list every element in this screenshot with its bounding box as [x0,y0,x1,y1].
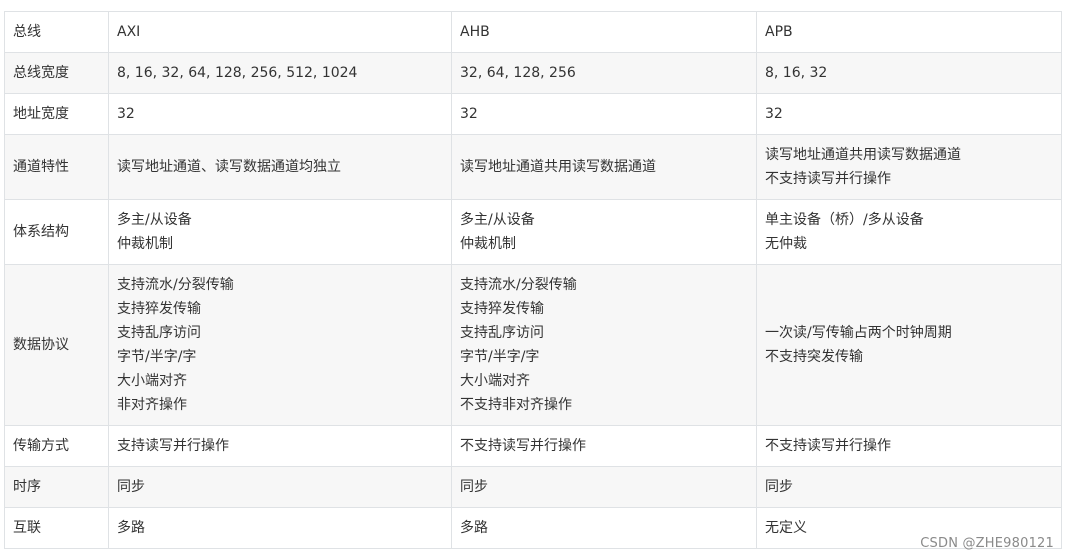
apb-cell: 同步 [756,466,1062,508]
bus-comparison-table: 总线 AXI AHB APB 总线宽度 8, 16, 32, 64, 128, … [4,11,1062,549]
axi-cell: 8, 16, 32, 64, 128, 256, 512, 1024 [108,52,452,94]
cell-line: 支持猝发传输 [460,301,544,317]
cell-line: 支持流水/分裂传输 [460,277,577,293]
apb-cell: 一次读/写传输占两个时钟周期 不支持突发传输 [756,264,1062,426]
ahb-cell: 不支持读写并行操作 [451,425,757,467]
table-row: 总线宽度 8, 16, 32, 64, 128, 256, 512, 1024 … [4,52,1062,94]
cell-line: 读写地址通道共用读写数据通道 [765,147,961,163]
row-label: 时序 [4,466,109,508]
table-row: 通道特性 读写地址通道、读写数据通道均独立 读写地址通道共用读写数据通道 读写地… [4,134,1062,200]
axi-cell: 支持流水/分裂传输 支持猝发传输 支持乱序访问 字节/半字/字 大小端对齐 非对… [108,264,452,426]
table-header-row: 总线 AXI AHB APB [4,11,1062,53]
apb-cell: 8, 16, 32 [756,52,1062,94]
row-label: 互联 [4,507,109,549]
cell-line: 同步 [460,479,488,495]
cell-line: 字节/半字/字 [460,349,540,365]
cell-line: 支持乱序访问 [460,325,544,341]
cell-line: 支持乱序访问 [117,325,201,341]
cell-line: 8, 16, 32 [765,65,828,81]
ahb-cell: 多路 [451,507,757,549]
cell-line: 支持流水/分裂传输 [117,277,234,293]
table-row: 体系结构 多主/从设备 仲裁机制 多主/从设备 仲裁机制 单主设备（桥）/多从设… [4,199,1062,265]
table-row: 传输方式 支持读写并行操作 不支持读写并行操作 不支持读写并行操作 [4,425,1062,467]
table-row: 互联 多路 多路 无定义 [4,507,1062,549]
cell-line: 仲裁机制 [460,236,516,252]
axi-cell: 多路 [108,507,452,549]
axi-cell: 多主/从设备 仲裁机制 [108,199,452,265]
row-label: 传输方式 [4,425,109,467]
cell-line: 多主/从设备 [117,212,192,228]
apb-cell: 32 [756,93,1062,135]
axi-cell: 支持读写并行操作 [108,425,452,467]
cell-line: 不支持非对齐操作 [460,397,572,413]
row-label: 体系结构 [4,199,109,265]
axi-cell: 32 [108,93,452,135]
header-cell-apb: APB [756,11,1062,53]
axi-cell: 读写地址通道、读写数据通道均独立 [108,134,452,200]
row-label: 地址宽度 [4,93,109,135]
cell-line: 多路 [117,520,145,536]
row-label: 总线宽度 [4,52,109,94]
cell-line: 多路 [460,520,488,536]
cell-line: 字节/半字/字 [117,349,197,365]
ahb-cell: 多主/从设备 仲裁机制 [451,199,757,265]
cell-line: 一次读/写传输占两个时钟周期 [765,325,952,341]
apb-cell: 不支持读写并行操作 [756,425,1062,467]
cell-line: 不支持突发传输 [765,349,863,365]
header-cell-axi: AXI [108,11,452,53]
cell-line: 32 [460,106,478,122]
cell-line: 8, 16, 32, 64, 128, 256, 512, 1024 [117,65,358,81]
cell-line: 大小端对齐 [460,373,530,389]
cell-line: 读写地址通道共用读写数据通道 [460,159,656,175]
cell-line: 32, 64, 128, 256 [460,65,576,81]
ahb-cell: 32 [451,93,757,135]
cell-line: 无仲裁 [765,236,807,252]
table-row: 地址宽度 32 32 32 [4,93,1062,135]
cell-line: 不支持读写并行操作 [765,438,891,454]
cell-line: 支持猝发传输 [117,301,201,317]
row-label: 数据协议 [4,264,109,426]
row-label: 通道特性 [4,134,109,200]
cell-line: 仲裁机制 [117,236,173,252]
cell-line: 单主设备（桥）/多从设备 [765,212,924,228]
cell-line: 非对齐操作 [117,397,187,413]
watermark: CSDN @ZHE980121 [920,536,1054,551]
cell-line: 同步 [117,479,145,495]
apb-cell: 单主设备（桥）/多从设备 无仲裁 [756,199,1062,265]
cell-line: 32 [117,106,135,122]
ahb-cell: 同步 [451,466,757,508]
cell-line: 不支持读写并行操作 [460,438,586,454]
axi-cell: 同步 [108,466,452,508]
ahb-cell: 读写地址通道共用读写数据通道 [451,134,757,200]
cell-line: 32 [765,106,783,122]
cell-line: 不支持读写并行操作 [765,171,891,187]
cell-line: 大小端对齐 [117,373,187,389]
cell-line: 同步 [765,479,793,495]
header-cell-bus: 总线 [4,11,109,53]
cell-line: 支持读写并行操作 [117,438,229,454]
cell-line: 多主/从设备 [460,212,535,228]
ahb-cell: 32, 64, 128, 256 [451,52,757,94]
cell-line: 读写地址通道、读写数据通道均独立 [117,159,341,175]
table-row: 数据协议 支持流水/分裂传输 支持猝发传输 支持乱序访问 字节/半字/字 大小端… [4,264,1062,426]
header-cell-ahb: AHB [451,11,757,53]
apb-cell: 读写地址通道共用读写数据通道 不支持读写并行操作 [756,134,1062,200]
table-row: 时序 同步 同步 同步 [4,466,1062,508]
ahb-cell: 支持流水/分裂传输 支持猝发传输 支持乱序访问 字节/半字/字 大小端对齐 不支… [451,264,757,426]
